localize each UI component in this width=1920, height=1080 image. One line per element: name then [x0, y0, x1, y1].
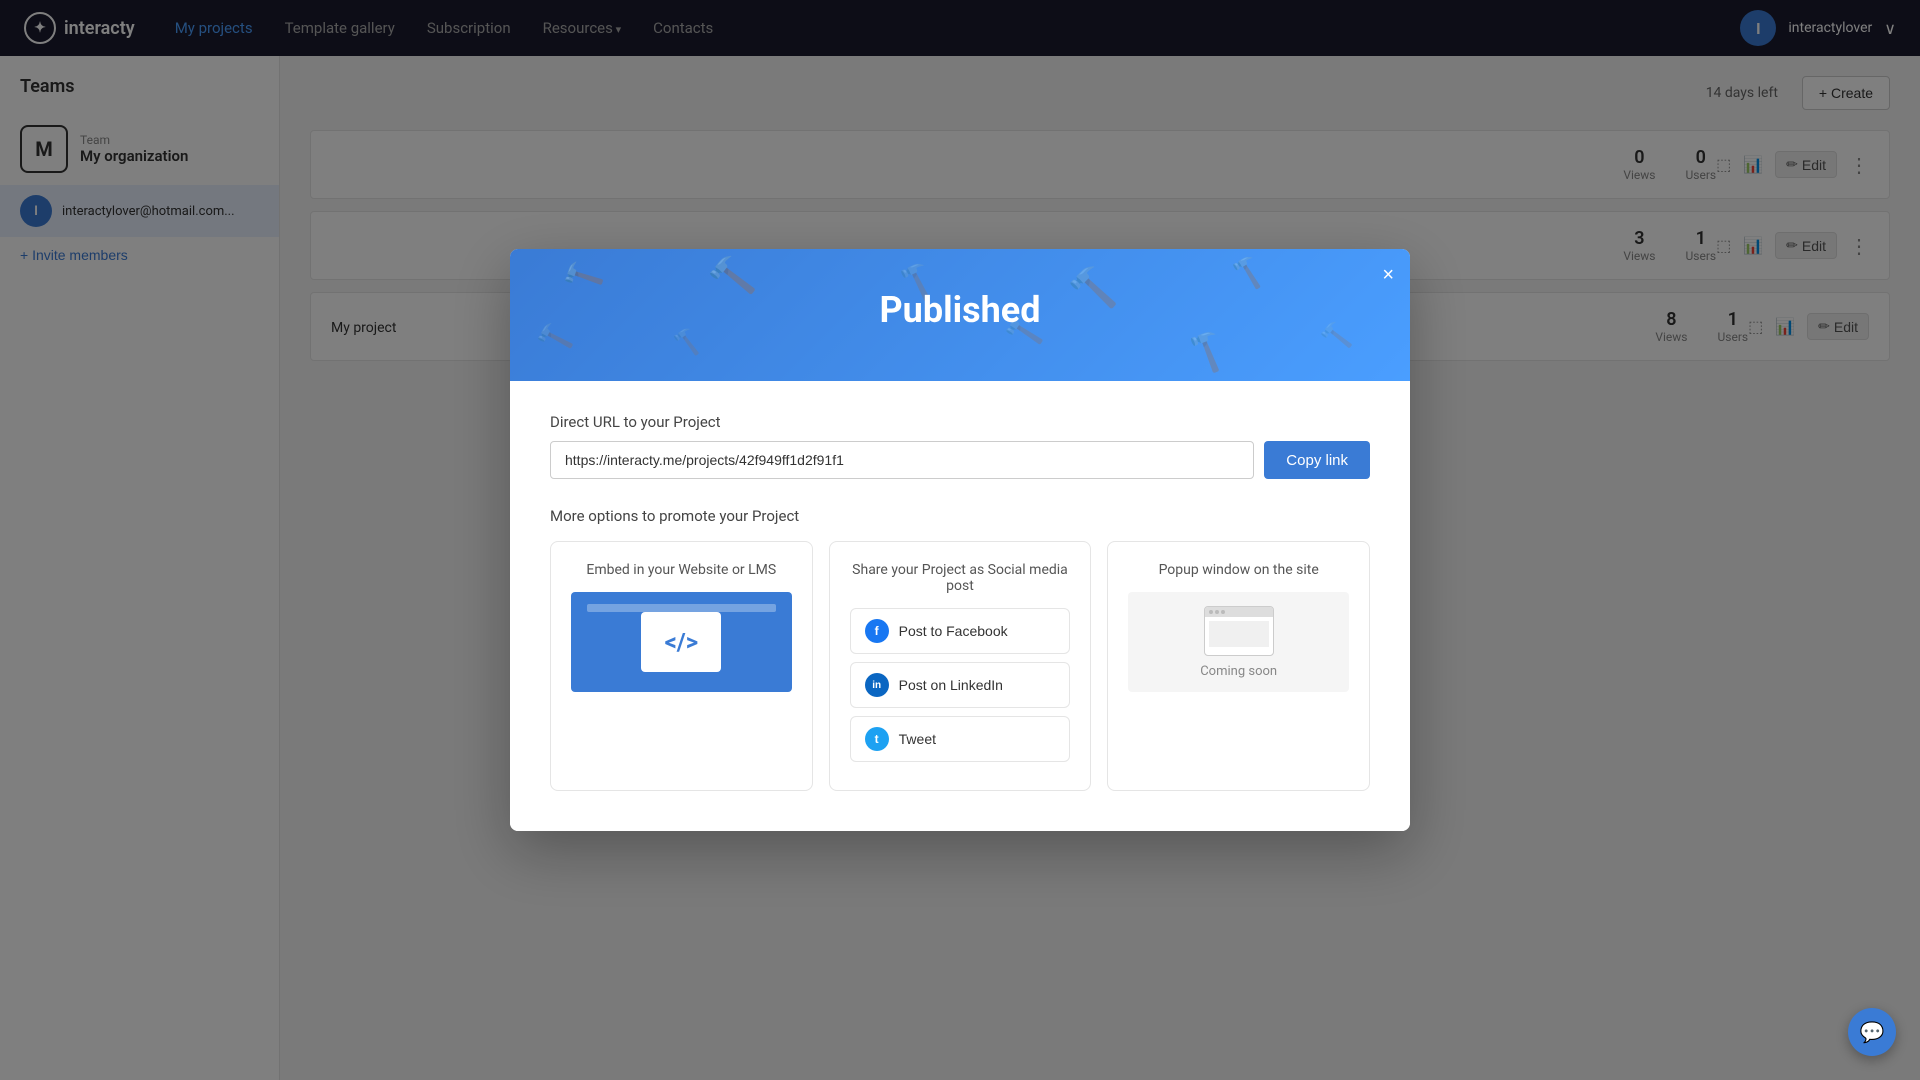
tweet-label: Tweet: [899, 731, 936, 747]
url-row: Copy link: [550, 441, 1370, 479]
linkedin-icon: in: [865, 673, 889, 697]
hammer-icon: 🔨: [671, 327, 703, 357]
embed-card-title: Embed in your Website or LMS: [571, 562, 792, 578]
social-card: Share your Project as Social media post …: [829, 541, 1092, 791]
modal-body: Direct URL to your Project Copy link Mor…: [510, 381, 1410, 831]
post-to-facebook-button[interactable]: f Post to Facebook: [850, 608, 1071, 654]
popup-dot: [1221, 610, 1225, 614]
copy-link-button[interactable]: Copy link: [1264, 441, 1370, 479]
promote-label: More options to promote your Project: [550, 507, 1370, 525]
hammer-icon: 🔨: [1179, 325, 1232, 377]
popup-content: [1209, 621, 1269, 647]
embed-preview: </>: [571, 592, 792, 692]
popup-card-title: Popup window on the site: [1128, 562, 1349, 578]
social-card-title: Share your Project as Social media post: [850, 562, 1071, 594]
popup-dot: [1215, 610, 1219, 614]
popup-window: [1204, 606, 1274, 656]
options-grid: Embed in your Website or LMS </> Share y…: [550, 541, 1370, 791]
modal-overlay[interactable]: 🔨 🔨 🔨 🔨 🔨 🔨 🔨 🔨 🔨 🔨 Published × Direct U…: [0, 0, 1920, 1080]
popup-dot: [1209, 610, 1213, 614]
popup-bar: [1205, 607, 1273, 617]
facebook-label: Post to Facebook: [899, 623, 1008, 639]
popup-card: Popup window on the site Coming soon: [1107, 541, 1370, 791]
coming-soon-label: Coming soon: [1200, 664, 1277, 679]
url-section-label: Direct URL to your Project: [550, 413, 1370, 431]
close-button[interactable]: ×: [1382, 265, 1394, 285]
post-on-linkedin-button[interactable]: in Post on LinkedIn: [850, 662, 1071, 708]
published-modal: 🔨 🔨 🔨 🔨 🔨 🔨 🔨 🔨 🔨 🔨 Published × Direct U…: [510, 249, 1410, 831]
hammer-icon: 🔨: [1227, 253, 1267, 292]
modal-title: Published: [550, 289, 1370, 331]
linkedin-label: Post on LinkedIn: [899, 677, 1003, 693]
embed-bar-decoration: [587, 604, 776, 612]
chat-button[interactable]: 💬: [1848, 1008, 1896, 1056]
modal-header: 🔨 🔨 🔨 🔨 🔨 🔨 🔨 🔨 🔨 🔨 Published ×: [510, 249, 1410, 381]
embed-card: Embed in your Website or LMS </>: [550, 541, 813, 791]
tweet-button[interactable]: t Tweet: [850, 716, 1071, 762]
url-input[interactable]: [550, 441, 1254, 479]
embed-inner: </>: [641, 612, 721, 672]
chat-icon: 💬: [1860, 1020, 1885, 1044]
facebook-icon: f: [865, 619, 889, 643]
twitter-icon: t: [865, 727, 889, 751]
code-symbol: </>: [665, 628, 699, 656]
popup-preview: Coming soon: [1128, 592, 1349, 692]
